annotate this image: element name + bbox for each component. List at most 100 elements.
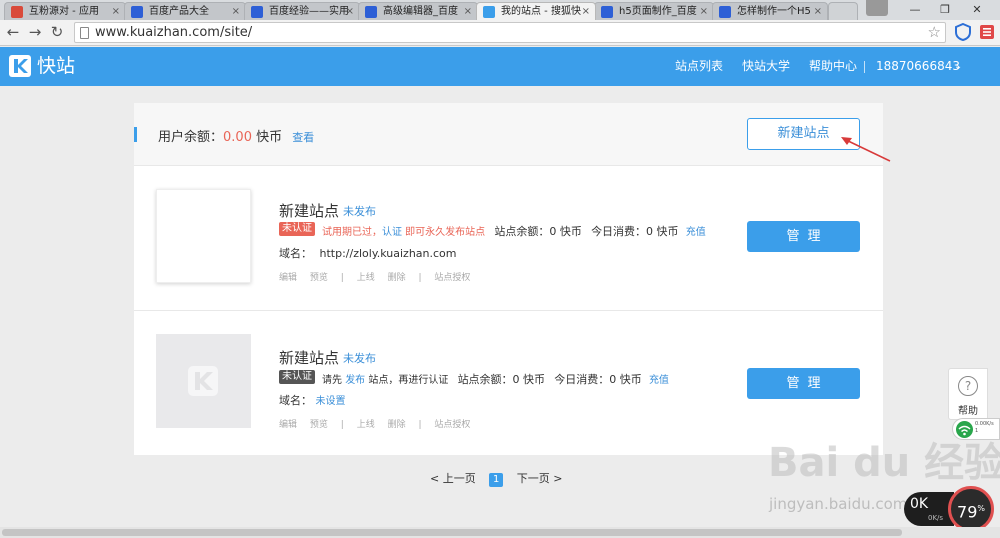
unverified-badge: 未认证 (279, 222, 315, 236)
menu-icon[interactable] (979, 23, 995, 41)
weibo-icon (11, 6, 23, 18)
edit-action[interactable]: 编辑 (279, 273, 297, 283)
address-bar-row: ← → ↻ www.kuaizhan.com/site/ ☆ (0, 20, 1000, 46)
baidu-icon (251, 6, 263, 18)
edit-action[interactable]: 编辑 (279, 420, 297, 430)
recharge-link[interactable]: 充值 (649, 375, 669, 386)
tab-close-icon[interactable]: × (232, 3, 240, 20)
go-online-action[interactable]: 上线 (357, 273, 375, 283)
domain-value[interactable]: http://zloly.kuaizhan.com (320, 247, 457, 260)
manage-button[interactable]: 管理 (747, 221, 860, 252)
recharge-link[interactable]: 充值 (686, 227, 706, 238)
url-text: www.kuaizhan.com/site/ (95, 25, 253, 40)
authorize-action[interactable]: 站点授权 (434, 420, 470, 430)
kuaizhan-logo-icon[interactable] (9, 55, 31, 77)
site-status: 未发布 (343, 205, 376, 218)
baidu-watermark: Bai du 经验 (768, 440, 1000, 486)
nav-divider (864, 61, 865, 73)
publish-link[interactable]: 发布 (345, 375, 365, 386)
baidu-icon (601, 6, 613, 18)
tab-close-icon[interactable]: × (700, 3, 708, 20)
site-info-line: 试用期已过，认证 即可永久发布站点 站点余额：0 快币 今日消费：0 快币 充值 (322, 225, 706, 238)
authorize-action[interactable]: 站点授权 (434, 273, 470, 283)
site-thumbnail[interactable] (156, 334, 251, 428)
scrollbar-thumb[interactable] (2, 529, 902, 536)
action-separator: | (340, 420, 344, 430)
bookmark-star-icon[interactable]: ☆ (928, 23, 941, 42)
baidu-icon (719, 6, 731, 18)
site-name[interactable]: 新建站点 (279, 200, 339, 221)
close-window-icon[interactable]: ✕ (962, 0, 992, 20)
tab-close-icon[interactable]: × (464, 3, 472, 20)
site-info-line: 请先 发布 站点，再进行认证 站点余额：0 快币 今日消费：0 快币 充值 (322, 373, 669, 386)
browser-tab-strip: 互粉源对 - 应用 × 百度产品大全 × 百度经验——实用 × 高级编辑器_百度… (0, 0, 1000, 20)
go-online-action[interactable]: 上线 (357, 420, 375, 430)
site-actions: 编辑 预览 | 上线 删除 | 站点授权 (279, 270, 480, 283)
site-thumbnail[interactable] (156, 189, 251, 283)
nav-site-list[interactable]: 站点列表 (675, 47, 723, 86)
prev-page-link[interactable]: < 上一页 (430, 472, 476, 485)
domain-value[interactable]: 未设置 (316, 396, 346, 407)
reload-icon[interactable]: ↻ (48, 22, 66, 42)
logo-text[interactable]: 快站 (37, 53, 75, 79)
site-row: 新建站点 未发布 未认证 试用期已过，认证 即可永久发布站点 站点余额：0 快币… (134, 167, 883, 310)
baidu-icon (365, 6, 377, 18)
next-page-link[interactable]: 下一页 > (517, 472, 563, 485)
help-label: 帮助 (958, 406, 978, 417)
new-tab-button[interactable] (828, 2, 858, 20)
browser-tab[interactable]: 百度经验——实用 × (244, 2, 360, 20)
accent-bar (134, 127, 137, 142)
question-icon: ? (958, 376, 978, 396)
pagination: < 上一页 1 下一页 > (430, 470, 562, 487)
view-balance-link[interactable]: 查看 (292, 131, 314, 144)
browser-tab[interactable]: 互粉源对 - 应用 × (4, 2, 126, 20)
forward-icon[interactable]: → (26, 22, 44, 42)
preview-action[interactable]: 预览 (310, 273, 328, 283)
chevron-down-icon[interactable]: ⌄ (954, 47, 962, 86)
tab-close-icon[interactable]: × (346, 3, 354, 20)
delete-action[interactable]: 删除 (388, 420, 406, 430)
tab-close-icon[interactable]: × (582, 3, 590, 20)
annotation-arrow-icon (841, 137, 891, 162)
url-field[interactable]: www.kuaizhan.com/site/ ☆ (74, 22, 946, 43)
browser-tab-active[interactable]: 我的站点 - 搜狐快 × (476, 2, 596, 20)
domain-line: 域名： http://zloly.kuaizhan.com (279, 247, 457, 260)
browser-tab[interactable]: 怎样制作一个H5 × (712, 2, 828, 20)
verify-link[interactable]: 认证 (382, 227, 402, 238)
domain-line: 域名： 未设置 (279, 394, 346, 407)
current-page[interactable]: 1 (489, 473, 504, 487)
profile-icon[interactable] (866, 0, 888, 16)
user-balance: 用户余额：0.00 快币 查看 (158, 130, 315, 145)
baidu-icon (131, 6, 143, 18)
manage-button[interactable]: 管理 (747, 368, 860, 399)
action-separator: | (418, 273, 422, 283)
delete-action[interactable]: 删除 (388, 273, 406, 283)
shield-extension-icon[interactable] (955, 22, 971, 42)
user-account-menu[interactable]: 18870666843 (876, 47, 960, 86)
site-header: 快站 站点列表 快站大学 帮助中心 18870666843 ⌄ (0, 47, 1000, 86)
kuaizhan-placeholder-icon (188, 366, 218, 396)
preview-action[interactable]: 预览 (310, 420, 328, 430)
minimize-icon[interactable]: — (900, 0, 930, 20)
horizontal-scrollbar[interactable] (0, 527, 1000, 538)
site-status: 未发布 (343, 352, 376, 365)
nav-university[interactable]: 快站大学 (742, 47, 790, 86)
site-name[interactable]: 新建站点 (279, 347, 339, 368)
browser-tab[interactable]: h5页面制作_百度 × (594, 2, 714, 20)
balance-bar: 用户余额：0.00 快币 查看 新建站点 (134, 103, 883, 166)
tab-close-icon[interactable]: × (112, 3, 120, 20)
help-widget[interactable]: ? 帮助 (948, 368, 988, 420)
site-list-panel: 用户余额：0.00 快币 查看 新建站点 新建站点 未发布 未认证 试用期已过，… (134, 103, 883, 455)
back-icon[interactable]: ← (4, 22, 22, 42)
action-separator: | (340, 273, 344, 283)
nav-help-center[interactable]: 帮助中心 (809, 47, 857, 86)
balance-amount: 0.00 (223, 130, 252, 145)
restore-icon[interactable]: ❐ (930, 0, 960, 20)
memory-gauge[interactable]: 79% (948, 486, 994, 532)
browser-tab[interactable]: 高级编辑器_百度 × (358, 2, 478, 20)
speed-meter[interactable]: 0K 0K/s (904, 492, 954, 526)
browser-tab[interactable]: 百度产品大全 × (124, 2, 246, 20)
action-separator: | (418, 420, 422, 430)
tab-close-icon[interactable]: × (814, 3, 822, 20)
kuaizhan-icon (483, 6, 495, 18)
